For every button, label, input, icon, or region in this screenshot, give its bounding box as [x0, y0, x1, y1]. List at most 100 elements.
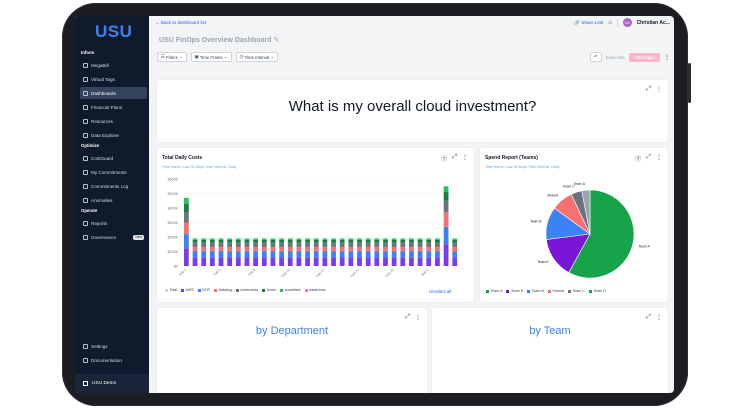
bar-segment-kubernetes[interactable] — [348, 242, 354, 248]
bar-segment-gcp[interactable] — [192, 251, 198, 258]
bar-segment-datadog[interactable] — [383, 247, 388, 252]
bar-segment-datadog[interactable] — [331, 247, 336, 252]
bar-segment-snowflake[interactable] — [391, 238, 397, 240]
bar-segment-aws[interactable] — [227, 257, 233, 266]
sidebar-item-resources[interactable]: Resources — [80, 115, 147, 127]
bar-segment-kubernetes[interactable] — [365, 242, 371, 248]
time-interval-button[interactable]: ◷ Time Interval ⌄ — [235, 52, 279, 62]
bar-segment-datadog[interactable] — [218, 247, 224, 252]
sidebar-item-anomalies[interactable]: Anomalies — [80, 194, 147, 206]
bar-segment-snowflake[interactable] — [201, 238, 207, 240]
bar-segment-datadog[interactable] — [322, 247, 328, 252]
sidebar-item-costguard[interactable]: CostGuard — [80, 152, 147, 164]
bar-segment-aws[interactable] — [383, 257, 388, 266]
bar-segment-gcp[interactable] — [426, 251, 432, 258]
bar-segment-aws[interactable] — [400, 257, 406, 266]
bar-segment-datadog[interactable] — [443, 212, 449, 227]
bar-segment-gcp[interactable] — [209, 251, 215, 258]
time-frame-button[interactable]: ▣ Time Frame ⌄ — [190, 52, 232, 62]
by-team-title[interactable]: by Team — [432, 325, 668, 337]
bar-segment-gcp[interactable] — [287, 251, 293, 258]
bar-segment-datadog[interactable] — [201, 247, 207, 252]
filters-button[interactable]: ☰ Filters ⌄ — [157, 52, 187, 62]
bar-segment-aws[interactable] — [443, 244, 449, 266]
bar-segment-datadog[interactable] — [391, 247, 397, 252]
bar-segment-snowflake[interactable] — [409, 238, 414, 240]
bar-segment-aws[interactable] — [184, 248, 189, 266]
more-icon[interactable]: ⋮ — [656, 86, 662, 93]
bar-segment-datadog[interactable] — [287, 247, 293, 252]
bar-segment-kubernetes[interactable] — [409, 242, 414, 248]
bar-segment-snowflake[interactable] — [435, 238, 440, 240]
bar-segment-gcp[interactable] — [235, 251, 241, 258]
bar-segment-datadog[interactable] — [357, 247, 362, 252]
bar-segment-gcp[interactable] — [201, 251, 207, 258]
bar-segment-gcp[interactable] — [227, 251, 233, 258]
daily-legend-item[interactable]: Azure — [262, 288, 276, 292]
bar-segment-kubernetes[interactable] — [417, 242, 423, 248]
bar-segment-kubernetes[interactable] — [270, 242, 276, 248]
bar-segment-kubernetes[interactable] — [227, 242, 233, 248]
sidebar-item-virtual-tags[interactable]: Virtual Tags — [80, 73, 147, 85]
bar-segment-kubernetes[interactable] — [218, 242, 224, 248]
bar-segment-datadog[interactable] — [305, 247, 310, 252]
bar-segment-datadog[interactable] — [374, 247, 380, 252]
bar-segment-aws[interactable] — [331, 257, 336, 266]
bar-segment-azure[interactable] — [417, 239, 423, 243]
bar-segment-azure[interactable] — [253, 239, 259, 243]
bar-segment-gcp[interactable] — [435, 251, 440, 258]
bar-segment-kubernetes[interactable] — [209, 242, 215, 248]
bar-segment-gcp[interactable] — [417, 251, 423, 258]
bar-segment-aws[interactable] — [235, 257, 241, 266]
sidebar-item-dashboards[interactable]: Dashboards — [80, 87, 147, 99]
bar-segment-gcp[interactable] — [443, 226, 449, 245]
bar-segment-snowflake[interactable] — [383, 238, 388, 240]
bar-segment-snowflake[interactable] — [443, 186, 449, 193]
bar-segment-kubernetes[interactable] — [192, 242, 198, 248]
bar-segment-kubernetes[interactable] — [400, 242, 406, 248]
bar-segment-gcp[interactable] — [374, 251, 380, 258]
bar-segment-kubernetes[interactable] — [261, 242, 267, 248]
bar-segment-datadog[interactable] — [409, 247, 414, 252]
bar-segment-azure[interactable] — [305, 239, 310, 243]
bar-segment-gcp[interactable] — [279, 251, 284, 258]
bar-segment-aws[interactable] — [426, 257, 432, 266]
bar-segment-azure[interactable] — [374, 239, 380, 243]
bar-segment-azure[interactable] — [184, 203, 189, 213]
bar-segment-snowflake[interactable] — [235, 238, 241, 240]
daily-legend-item[interactable]: GCP — [197, 288, 210, 292]
bar-segment-azure[interactable] — [287, 239, 293, 243]
user-name[interactable]: Christian Ac... — [637, 20, 670, 26]
bar-segment-snowflake[interactable] — [270, 238, 276, 240]
bar-segment-azure[interactable] — [339, 239, 345, 243]
add-widget-button[interactable]: Add widget — [628, 52, 660, 62]
bar-segment-datadog[interactable] — [339, 247, 345, 252]
bar-segment-datadog[interactable] — [365, 247, 371, 252]
bar-segment-aws[interactable] — [452, 257, 458, 266]
bar-segment-kubernetes[interactable] — [426, 242, 432, 248]
bar-segment-datadog[interactable] — [270, 247, 276, 252]
bar-segment-gcp[interactable] — [348, 251, 354, 258]
bar-segment-snowflake[interactable] — [452, 238, 458, 240]
bar-segment-aws[interactable] — [435, 257, 440, 266]
bar-segment-azure[interactable] — [235, 239, 241, 243]
bar-segment-aws[interactable] — [357, 257, 362, 266]
sidebar-item-settings[interactable]: Settings — [80, 340, 147, 352]
bar-segment-datadog[interactable] — [261, 247, 267, 252]
bar-segment-kubernetes[interactable] — [201, 242, 207, 248]
bar-segment-aws[interactable] — [261, 257, 267, 266]
bar-segment-aws[interactable] — [192, 257, 198, 266]
bar-segment-kubernetes[interactable] — [235, 242, 241, 248]
bar-segment-azure[interactable] — [409, 239, 414, 243]
bar-segment-azure[interactable] — [348, 239, 354, 243]
bar-segment-datadog[interactable] — [400, 247, 406, 252]
sidebar-item-documentation[interactable]: Documentation — [80, 354, 147, 366]
bar-segment-azure[interactable] — [443, 192, 449, 201]
bar-segment-datadog[interactable] — [244, 247, 250, 252]
bar-segment-aws[interactable] — [218, 257, 224, 266]
bar-segment-datadog[interactable] — [184, 222, 189, 235]
bar-segment-gcp[interactable] — [339, 251, 345, 258]
sidebar-item-financial-plans[interactable]: Financial Plans — [80, 101, 147, 113]
home-icon[interactable]: ⌂ — [608, 20, 612, 26]
bar-segment-datadog[interactable] — [209, 247, 215, 252]
